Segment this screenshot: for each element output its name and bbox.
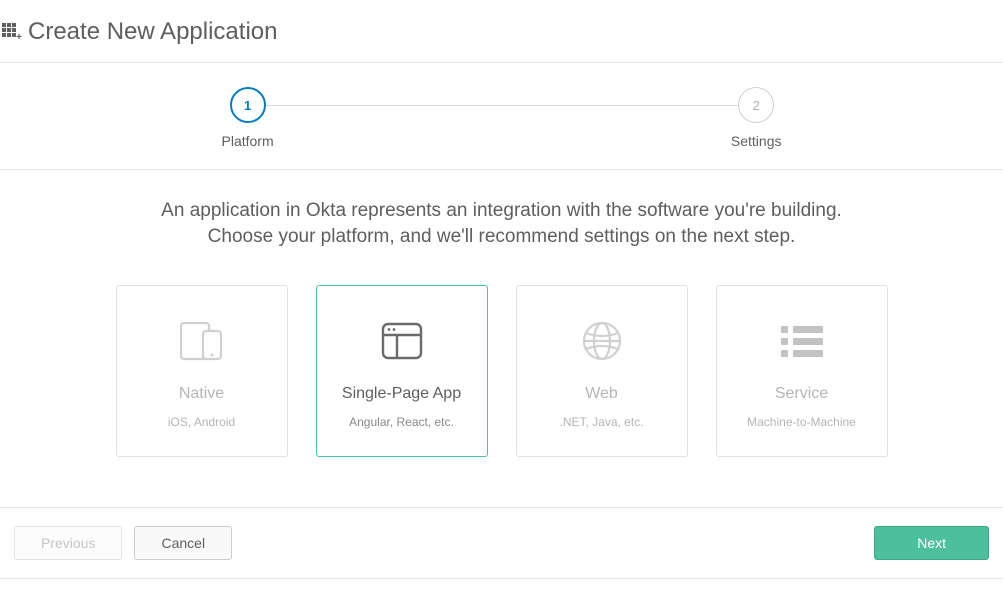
platform-cards: Native iOS, Android Single-Page App Angu… — [60, 285, 943, 457]
card-subtitle: Angular, React, etc. — [349, 415, 454, 429]
step-label: Settings — [731, 133, 782, 149]
intro-line-2: Choose your platform, and we'll recommen… — [208, 226, 796, 247]
cancel-button[interactable]: Cancel — [134, 526, 232, 560]
mobile-devices-icon — [177, 313, 227, 369]
card-native[interactable]: Native iOS, Android — [116, 285, 288, 457]
step-circle-active: 1 — [230, 87, 266, 123]
next-button[interactable]: Next — [874, 526, 989, 560]
card-single-page-app[interactable]: Single-Page App Angular, React, etc. — [316, 285, 488, 457]
card-subtitle: iOS, Android — [168, 415, 235, 429]
step-platform[interactable]: 1 Platform — [222, 87, 274, 149]
main-content: An application in Okta represents an int… — [0, 170, 1003, 507]
card-title: Single-Page App — [342, 385, 461, 403]
step-settings[interactable]: 2 Settings — [731, 87, 782, 149]
card-web[interactable]: Web .NET, Java, etc. — [516, 285, 688, 457]
page-header: + Create New Application — [0, 0, 1003, 62]
wizard-footer: Previous Cancel Next — [0, 507, 1003, 579]
browser-window-icon — [380, 313, 424, 369]
card-service[interactable]: Service Machine-to-Machine — [716, 285, 888, 457]
wizard-stepper: 1 Platform 2 Settings — [0, 63, 1003, 170]
previous-button: Previous — [14, 526, 122, 560]
step-label: Platform — [222, 133, 274, 149]
step-circle-inactive: 2 — [738, 87, 774, 123]
intro-line-1: An application in Okta represents an int… — [161, 200, 842, 221]
card-title: Service — [775, 385, 828, 403]
card-title: Web — [585, 385, 618, 403]
globe-icon — [580, 313, 624, 369]
stepper-line — [262, 105, 742, 106]
apps-grid-add-icon: + — [2, 23, 20, 41]
intro-text: An application in Okta represents an int… — [60, 198, 943, 249]
page-title: Create New Application — [28, 18, 277, 46]
card-subtitle: .NET, Java, etc. — [559, 415, 643, 429]
card-title: Native — [179, 385, 224, 403]
card-subtitle: Machine-to-Machine — [747, 415, 856, 429]
server-list-icon — [781, 313, 823, 369]
